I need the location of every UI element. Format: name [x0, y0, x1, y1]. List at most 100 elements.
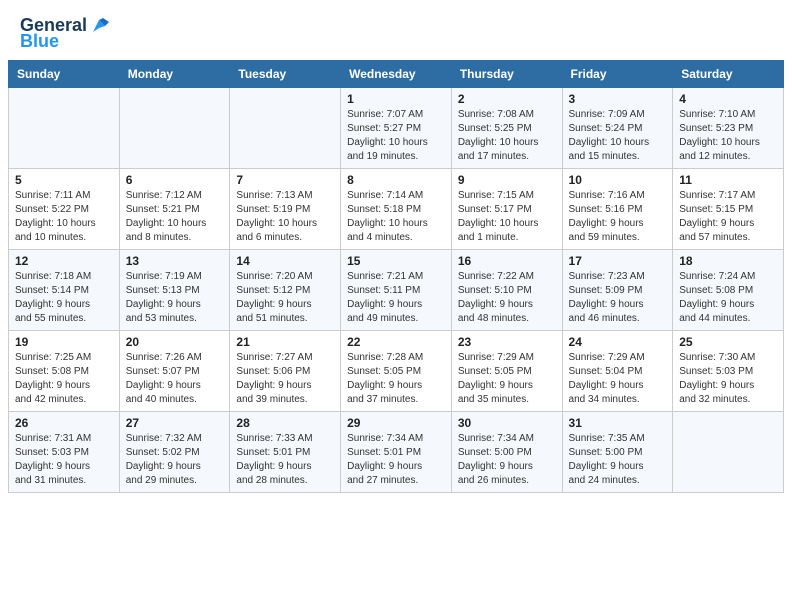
- day-info: Sunrise: 7:34 AMSunset: 5:00 PMDaylight:…: [458, 432, 556, 488]
- page-header: General Blue: [0, 0, 792, 60]
- day-number: 24: [569, 335, 667, 349]
- day-info: Sunrise: 7:19 AMSunset: 5:13 PMDaylight:…: [126, 270, 224, 326]
- day-info: Sunrise: 7:13 AMSunset: 5:19 PMDaylight:…: [236, 189, 334, 245]
- calendar-cell: 15 Sunrise: 7:21 AMSunset: 5:11 PMDayligh…: [341, 249, 452, 330]
- day-number: 12: [15, 254, 113, 268]
- day-number: 26: [15, 416, 113, 430]
- day-info: Sunrise: 7:12 AMSunset: 5:21 PMDaylight:…: [126, 189, 224, 245]
- day-number: 31: [569, 416, 667, 430]
- calendar-cell: 11 Sunrise: 7:17 AMSunset: 5:15 PMDayligh…: [673, 168, 784, 249]
- day-info: Sunrise: 7:30 AMSunset: 5:03 PMDaylight:…: [679, 351, 777, 407]
- calendar-cell: 25 Sunrise: 7:30 AMSunset: 5:03 PMDayligh…: [673, 330, 784, 411]
- day-info: Sunrise: 7:10 AMSunset: 5:23 PMDaylight:…: [679, 108, 777, 164]
- day-number: 29: [347, 416, 445, 430]
- weekday-header-monday: Monday: [119, 60, 230, 87]
- day-number: 7: [236, 173, 334, 187]
- day-info: Sunrise: 7:32 AMSunset: 5:02 PMDaylight:…: [126, 432, 224, 488]
- day-info: Sunrise: 7:33 AMSunset: 5:01 PMDaylight:…: [236, 432, 334, 488]
- weekday-header-sunday: Sunday: [9, 60, 120, 87]
- calendar-week-1: 1 Sunrise: 7:07 AMSunset: 5:27 PMDaylight…: [9, 87, 784, 168]
- weekday-row: SundayMondayTuesdayWednesdayThursdayFrid…: [9, 60, 784, 87]
- day-number: 10: [569, 173, 667, 187]
- day-number: 9: [458, 173, 556, 187]
- weekday-header-tuesday: Tuesday: [230, 60, 341, 87]
- logo: General Blue: [20, 16, 109, 52]
- day-number: 13: [126, 254, 224, 268]
- day-number: 25: [679, 335, 777, 349]
- logo-bird-icon: [89, 16, 109, 36]
- day-info: Sunrise: 7:14 AMSunset: 5:18 PMDaylight:…: [347, 189, 445, 245]
- calendar-cell: 29Sunrise: 7:34 AMSunset: 5:01 PMDayligh…: [341, 411, 452, 492]
- day-number: 4: [679, 92, 777, 106]
- calendar-cell: 2Sunrise: 7:08 AMSunset: 5:25 PMDaylight…: [451, 87, 562, 168]
- calendar-cell: [119, 87, 230, 168]
- calendar-cell: 23 Sunrise: 7:29 AMSunset: 5:05 PMDayligh…: [451, 330, 562, 411]
- calendar-cell: 13 Sunrise: 7:19 AMSunset: 5:13 PMDayligh…: [119, 249, 230, 330]
- calendar-header: SundayMondayTuesdayWednesdayThursdayFrid…: [9, 60, 784, 87]
- calendar-cell: 27 Sunrise: 7:32 AMSunset: 5:02 PMDayligh…: [119, 411, 230, 492]
- day-number: 11: [679, 173, 777, 187]
- day-number: 21: [236, 335, 334, 349]
- day-info: Sunrise: 7:17 AMSunset: 5:15 PMDaylight:…: [679, 189, 777, 245]
- day-info: Sunrise: 7:23 AMSunset: 5:09 PMDaylight:…: [569, 270, 667, 326]
- weekday-header-saturday: Saturday: [673, 60, 784, 87]
- calendar-cell: [230, 87, 341, 168]
- day-info: Sunrise: 7:29 AMSunset: 5:05 PMDaylight:…: [458, 351, 556, 407]
- day-info: Sunrise: 7:22 AMSunset: 5:10 PMDaylight:…: [458, 270, 556, 326]
- calendar-body: 1 Sunrise: 7:07 AMSunset: 5:27 PMDaylight…: [9, 87, 784, 492]
- calendar-cell: [673, 411, 784, 492]
- calendar-cell: 24Sunrise: 7:29 AMSunset: 5:04 PMDayligh…: [562, 330, 673, 411]
- calendar-cell: 1 Sunrise: 7:07 AMSunset: 5:27 PMDaylight…: [341, 87, 452, 168]
- day-number: 20: [126, 335, 224, 349]
- day-number: 2: [458, 92, 556, 106]
- day-info: Sunrise: 7:27 AMSunset: 5:06 PMDaylight:…: [236, 351, 334, 407]
- day-info: Sunrise: 7:16 AMSunset: 5:16 PMDaylight:…: [569, 189, 667, 245]
- day-info: Sunrise: 7:35 AMSunset: 5:00 PMDaylight:…: [569, 432, 667, 488]
- calendar-table: SundayMondayTuesdayWednesdayThursdayFrid…: [8, 60, 784, 493]
- weekday-header-wednesday: Wednesday: [341, 60, 452, 87]
- day-info: Sunrise: 7:09 AMSunset: 5:24 PMDaylight:…: [569, 108, 667, 164]
- day-number: 27: [126, 416, 224, 430]
- day-info: Sunrise: 7:15 AMSunset: 5:17 PMDaylight:…: [458, 189, 556, 245]
- day-info: Sunrise: 7:26 AMSunset: 5:07 PMDaylight:…: [126, 351, 224, 407]
- calendar-cell: 18 Sunrise: 7:24 AMSunset: 5:08 PMDayligh…: [673, 249, 784, 330]
- calendar-cell: 16 Sunrise: 7:22 AMSunset: 5:10 PMDayligh…: [451, 249, 562, 330]
- logo-blue-text: Blue: [20, 32, 59, 52]
- calendar-cell: 21 Sunrise: 7:27 AMSunset: 5:06 PMDayligh…: [230, 330, 341, 411]
- calendar-cell: 10 Sunrise: 7:16 AMSunset: 5:16 PMDayligh…: [562, 168, 673, 249]
- calendar-cell: 20 Sunrise: 7:26 AMSunset: 5:07 PMDayligh…: [119, 330, 230, 411]
- day-number: 28: [236, 416, 334, 430]
- calendar-cell: 5 Sunrise: 7:11 AMSunset: 5:22 PMDaylight…: [9, 168, 120, 249]
- day-number: 15: [347, 254, 445, 268]
- day-number: 5: [15, 173, 113, 187]
- day-number: 16: [458, 254, 556, 268]
- calendar-week-3: 12Sunrise: 7:18 AMSunset: 5:14 PMDayligh…: [9, 249, 784, 330]
- calendar-cell: 8Sunrise: 7:14 AMSunset: 5:18 PMDaylight…: [341, 168, 452, 249]
- calendar-cell: 31 Sunrise: 7:35 AMSunset: 5:00 PMDayligh…: [562, 411, 673, 492]
- day-info: Sunrise: 7:20 AMSunset: 5:12 PMDaylight:…: [236, 270, 334, 326]
- day-number: 19: [15, 335, 113, 349]
- calendar-cell: 4 Sunrise: 7:10 AMSunset: 5:23 PMDaylight…: [673, 87, 784, 168]
- day-number: 3: [569, 92, 667, 106]
- calendar-cell: 6Sunrise: 7:12 AMSunset: 5:21 PMDaylight…: [119, 168, 230, 249]
- calendar-cell: 7 Sunrise: 7:13 AMSunset: 5:19 PMDaylight…: [230, 168, 341, 249]
- day-number: 23: [458, 335, 556, 349]
- weekday-header-thursday: Thursday: [451, 60, 562, 87]
- day-number: 1: [347, 92, 445, 106]
- day-number: 14: [236, 254, 334, 268]
- day-info: Sunrise: 7:24 AMSunset: 5:08 PMDaylight:…: [679, 270, 777, 326]
- day-info: Sunrise: 7:21 AMSunset: 5:11 PMDaylight:…: [347, 270, 445, 326]
- day-number: 22: [347, 335, 445, 349]
- calendar-cell: 12Sunrise: 7:18 AMSunset: 5:14 PMDayligh…: [9, 249, 120, 330]
- calendar-cell: 17 Sunrise: 7:23 AMSunset: 5:09 PMDayligh…: [562, 249, 673, 330]
- day-info: Sunrise: 7:07 AMSunset: 5:27 PMDaylight:…: [347, 108, 445, 164]
- day-number: 17: [569, 254, 667, 268]
- day-info: Sunrise: 7:31 AMSunset: 5:03 PMDaylight:…: [15, 432, 113, 488]
- day-info: Sunrise: 7:11 AMSunset: 5:22 PMDaylight:…: [15, 189, 113, 245]
- weekday-header-friday: Friday: [562, 60, 673, 87]
- calendar-cell: 19Sunrise: 7:25 AMSunset: 5:08 PMDayligh…: [9, 330, 120, 411]
- calendar-week-4: 19Sunrise: 7:25 AMSunset: 5:08 PMDayligh…: [9, 330, 784, 411]
- calendar-cell: 30Sunrise: 7:34 AMSunset: 5:00 PMDayligh…: [451, 411, 562, 492]
- calendar-cell: [9, 87, 120, 168]
- day-number: 18: [679, 254, 777, 268]
